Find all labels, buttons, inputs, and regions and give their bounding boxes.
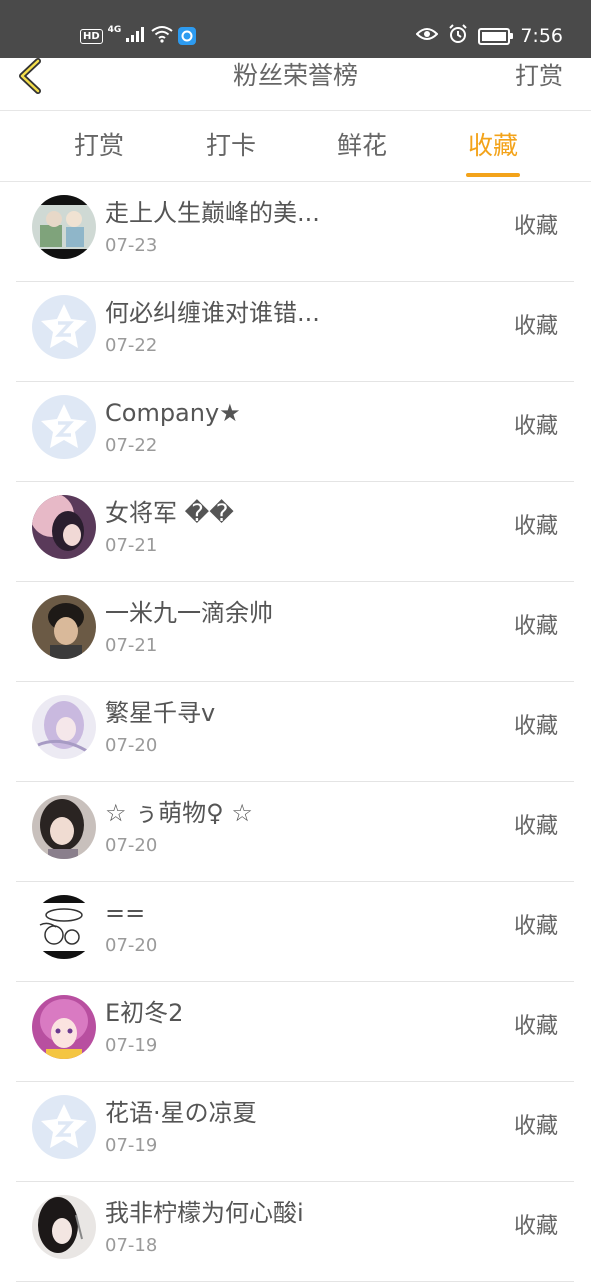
status-bar: HD 4G 7:56 bbox=[0, 0, 591, 58]
wifi-icon bbox=[151, 25, 173, 47]
hd-indicator: HD bbox=[80, 28, 103, 44]
alarm-icon bbox=[448, 23, 468, 49]
list-item[interactable]: == 07-20 收藏 bbox=[16, 882, 574, 982]
list-item[interactable]: 走上人生巅峰的美... 07-23 收藏 bbox=[16, 182, 574, 282]
signal-icon bbox=[126, 26, 146, 46]
user-name: == bbox=[105, 899, 146, 927]
tab-bar: 打赏 打卡 鲜花 收藏 bbox=[0, 111, 591, 182]
avatar bbox=[32, 695, 96, 759]
app-header: 粉丝荣誉榜 打赏 bbox=[0, 58, 591, 111]
reward-button[interactable]: 打赏 bbox=[515, 58, 563, 94]
default-avatar-icon bbox=[32, 395, 96, 459]
user-name: 走上人生巅峰的美... bbox=[105, 199, 320, 227]
entry-date: 07-19 bbox=[105, 1035, 158, 1056]
list-item[interactable]: ☆ ぅ萌物♀ ☆ 07-20 收藏 bbox=[16, 782, 574, 882]
list-item[interactable]: 花语·星の凉夏 07-19 收藏 bbox=[16, 1082, 574, 1182]
user-name: 繁星千寻v bbox=[105, 699, 216, 727]
entry-type: 收藏 bbox=[513, 714, 558, 739]
avatar bbox=[32, 895, 96, 959]
avatar bbox=[32, 495, 96, 559]
user-name: ☆ ぅ萌物♀ ☆ bbox=[105, 799, 253, 827]
avatar bbox=[32, 595, 96, 659]
battery-icon bbox=[478, 27, 514, 45]
status-left: HD 4G bbox=[80, 24, 197, 48]
list-item[interactable]: 一米九一滴余帅 07-21 收藏 bbox=[16, 582, 574, 682]
tab-flowers[interactable]: 鲜花 bbox=[335, 111, 389, 181]
user-name: 一米九一滴余帅 bbox=[105, 599, 273, 627]
user-name: 女将军 �� bbox=[105, 499, 234, 527]
entry-date: 07-22 bbox=[105, 435, 158, 456]
user-name: 我非柠檬为何心酸i bbox=[105, 1199, 304, 1227]
entry-date: 07-21 bbox=[105, 535, 158, 556]
entry-type: 收藏 bbox=[513, 614, 558, 639]
entry-date: 07-23 bbox=[105, 235, 158, 256]
status-right: 7:56 bbox=[415, 22, 563, 50]
list-item[interactable]: 女将军 �� 07-21 收藏 bbox=[16, 482, 574, 582]
list-item[interactable]: 我非柠檬为何心酸i 07-18 收藏 bbox=[16, 1182, 574, 1282]
entry-type: 收藏 bbox=[513, 1014, 558, 1039]
entry-type: 收藏 bbox=[513, 1214, 558, 1239]
entry-date: 07-20 bbox=[105, 735, 158, 756]
entry-date: 07-19 bbox=[105, 1135, 158, 1156]
entry-type: 收藏 bbox=[513, 514, 558, 539]
list-item[interactable]: E初冬2 07-19 收藏 bbox=[16, 982, 574, 1082]
default-avatar-icon bbox=[32, 1095, 96, 1159]
list-item[interactable]: 何必纠缠谁对谁错... 07-22 收藏 bbox=[16, 282, 574, 382]
clock-time: 7:56 bbox=[520, 25, 563, 47]
entry-date: 07-20 bbox=[105, 935, 158, 956]
list-item[interactable]: Company★ 07-22 收藏 bbox=[16, 382, 574, 482]
tab-checkin[interactable]: 打卡 bbox=[204, 111, 258, 181]
entry-type: 收藏 bbox=[513, 214, 558, 239]
user-name: E初冬2 bbox=[105, 999, 184, 1027]
entry-type: 收藏 bbox=[513, 814, 558, 839]
user-name: Company★ bbox=[105, 399, 241, 427]
entry-type: 收藏 bbox=[513, 414, 558, 439]
avatar bbox=[32, 995, 96, 1059]
list-item[interactable]: 繁星千寻v 07-20 收藏 bbox=[16, 682, 574, 782]
entry-type: 收藏 bbox=[513, 314, 558, 339]
avatar bbox=[32, 195, 96, 259]
page-title: 粉丝荣誉榜 bbox=[232, 61, 358, 90]
user-name: 花语·星の凉夏 bbox=[105, 1099, 257, 1127]
entry-date: 07-22 bbox=[105, 335, 158, 356]
app-notification-icon bbox=[178, 27, 197, 45]
entry-date: 07-21 bbox=[105, 635, 158, 656]
entry-date: 07-20 bbox=[105, 835, 158, 856]
entry-type: 收藏 bbox=[513, 914, 558, 939]
entry-date: 07-18 bbox=[105, 1235, 158, 1256]
user-name: 何必纠缠谁对谁错... bbox=[105, 299, 320, 327]
network-type: 4G bbox=[107, 25, 122, 35]
avatar bbox=[32, 1195, 96, 1259]
eye-icon bbox=[415, 25, 439, 47]
default-avatar-icon bbox=[32, 295, 96, 359]
avatar bbox=[32, 795, 96, 859]
fan-list: 走上人生巅峰的美... 07-23 收藏 何必纠缠谁对谁错... 07-22 收… bbox=[16, 182, 574, 1282]
entry-type: 收藏 bbox=[513, 1114, 558, 1139]
tab-reward[interactable]: 打赏 bbox=[72, 111, 126, 181]
tab-favorites[interactable]: 收藏 bbox=[466, 111, 520, 181]
